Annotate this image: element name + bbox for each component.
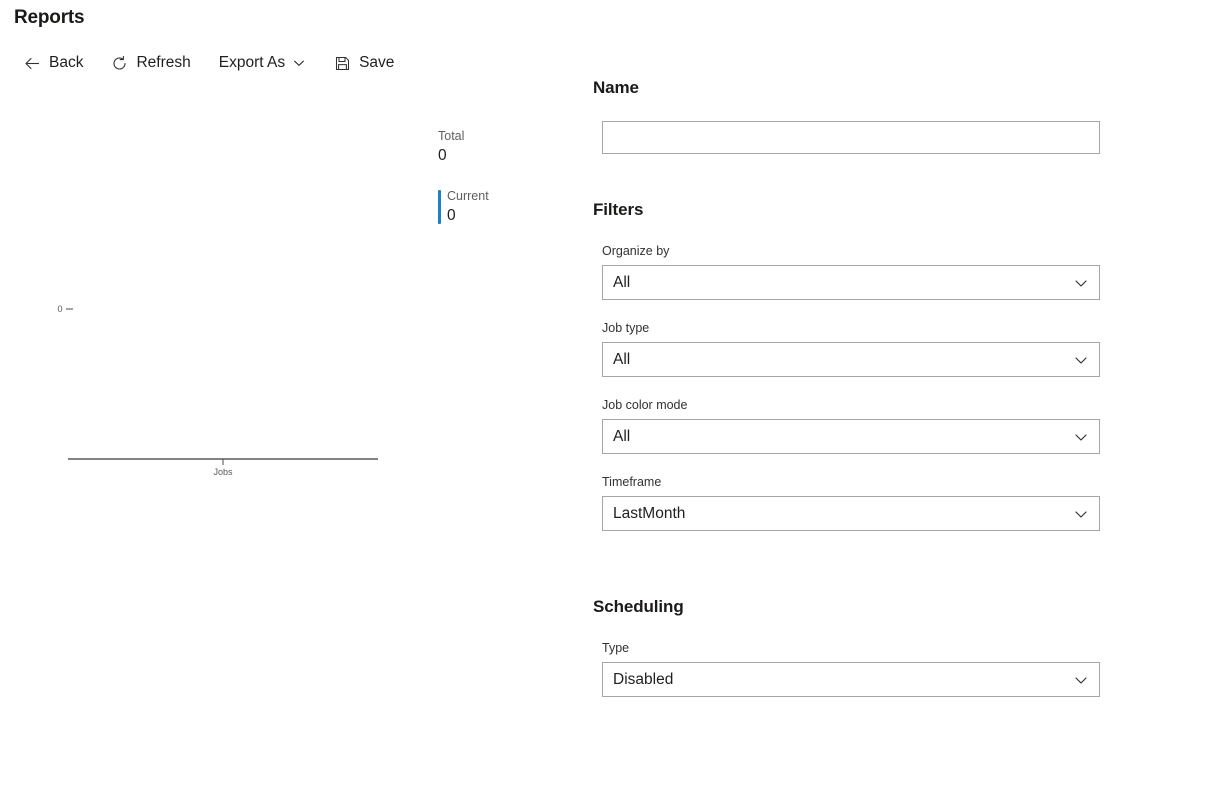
field-organize-by: Organize by All xyxy=(602,243,1113,300)
report-settings-form: Name Filters Organize by All Job type Al… xyxy=(593,78,1113,717)
field-job-type: Job type All xyxy=(602,320,1113,377)
stat-current: Current 0 xyxy=(438,188,578,226)
command-bar: Back Refresh Export As Save xyxy=(14,50,412,76)
job-color-mode-dropdown-value: All xyxy=(613,427,631,445)
back-button[interactable]: Back xyxy=(14,50,93,76)
scheduling-section: Scheduling Type Disabled xyxy=(593,597,1113,697)
field-timeframe: Timeframe LastMonth xyxy=(602,474,1113,531)
filters-fields: Organize by All Job type All Job color m… xyxy=(602,243,1113,531)
export-as-button-label: Export As xyxy=(218,54,286,71)
scheduling-fields: Type Disabled xyxy=(602,640,1113,697)
save-button-label: Save xyxy=(359,54,395,71)
jobs-chart: 0 Jobs xyxy=(0,90,430,510)
report-name-input[interactable] xyxy=(602,121,1100,154)
save-icon xyxy=(334,55,351,72)
stat-total-value: 0 xyxy=(438,147,447,164)
stat-total-label: Total xyxy=(438,129,465,143)
section-spacer-2 xyxy=(593,551,1113,597)
field-job-color-mode: Job color mode All xyxy=(602,397,1113,454)
timeframe-dropdown[interactable]: LastMonth xyxy=(602,496,1100,531)
refresh-icon xyxy=(111,55,128,72)
chart-x-tick-label: Jobs xyxy=(213,467,233,477)
refresh-button-label: Refresh xyxy=(136,54,191,71)
chevron-down-icon xyxy=(1073,352,1089,368)
chevron-down-icon xyxy=(1073,275,1089,291)
back-button-label: Back xyxy=(49,54,84,71)
stat-current-label: Current xyxy=(447,189,489,203)
timeframe-dropdown-value: LastMonth xyxy=(613,504,686,522)
chevron-down-icon xyxy=(1073,429,1089,445)
field-job-color-mode-label: Job color mode xyxy=(602,398,688,412)
chart-summary-stats: Total 0 Current 0 xyxy=(438,128,578,248)
chart-canvas: 0 Jobs xyxy=(57,304,378,477)
field-schedule-type-label: Type xyxy=(602,641,630,655)
chevron-down-icon xyxy=(1073,506,1089,522)
chart-y-tick-label: 0 xyxy=(57,304,62,314)
arrow-left-icon xyxy=(24,55,41,72)
job-color-mode-dropdown[interactable]: All xyxy=(602,419,1100,454)
name-section-heading: Name xyxy=(593,78,639,97)
schedule-type-dropdown[interactable]: Disabled xyxy=(602,662,1100,697)
job-type-dropdown[interactable]: All xyxy=(602,342,1100,377)
job-type-dropdown-value: All xyxy=(613,350,631,368)
organize-by-dropdown-value: All xyxy=(613,273,631,291)
stat-current-accent-bar xyxy=(438,190,441,224)
field-schedule-type: Type Disabled xyxy=(602,640,1113,697)
name-field-group xyxy=(602,121,1113,154)
field-timeframe-label: Timeframe xyxy=(602,475,662,489)
chevron-down-icon xyxy=(1073,672,1089,688)
stat-current-value: 0 xyxy=(447,207,456,224)
stat-total: Total 0 xyxy=(438,128,578,166)
field-job-type-label: Job type xyxy=(602,321,650,335)
chevron-down-icon xyxy=(292,56,306,70)
scheduling-section-heading: Scheduling xyxy=(593,597,684,616)
section-spacer-1 xyxy=(593,154,1113,200)
organize-by-dropdown[interactable]: All xyxy=(602,265,1100,300)
field-organize-by-label: Organize by xyxy=(602,244,670,258)
save-button[interactable]: Save xyxy=(324,50,404,76)
filters-section-heading: Filters xyxy=(593,200,644,219)
name-section: Name xyxy=(593,78,1113,154)
export-as-button[interactable]: Export As xyxy=(209,50,316,76)
refresh-button[interactable]: Refresh xyxy=(101,50,200,76)
filters-section: Filters Organize by All Job type All Job… xyxy=(593,200,1113,531)
page-title: Reports xyxy=(14,7,85,28)
schedule-type-dropdown-value: Disabled xyxy=(613,670,674,688)
